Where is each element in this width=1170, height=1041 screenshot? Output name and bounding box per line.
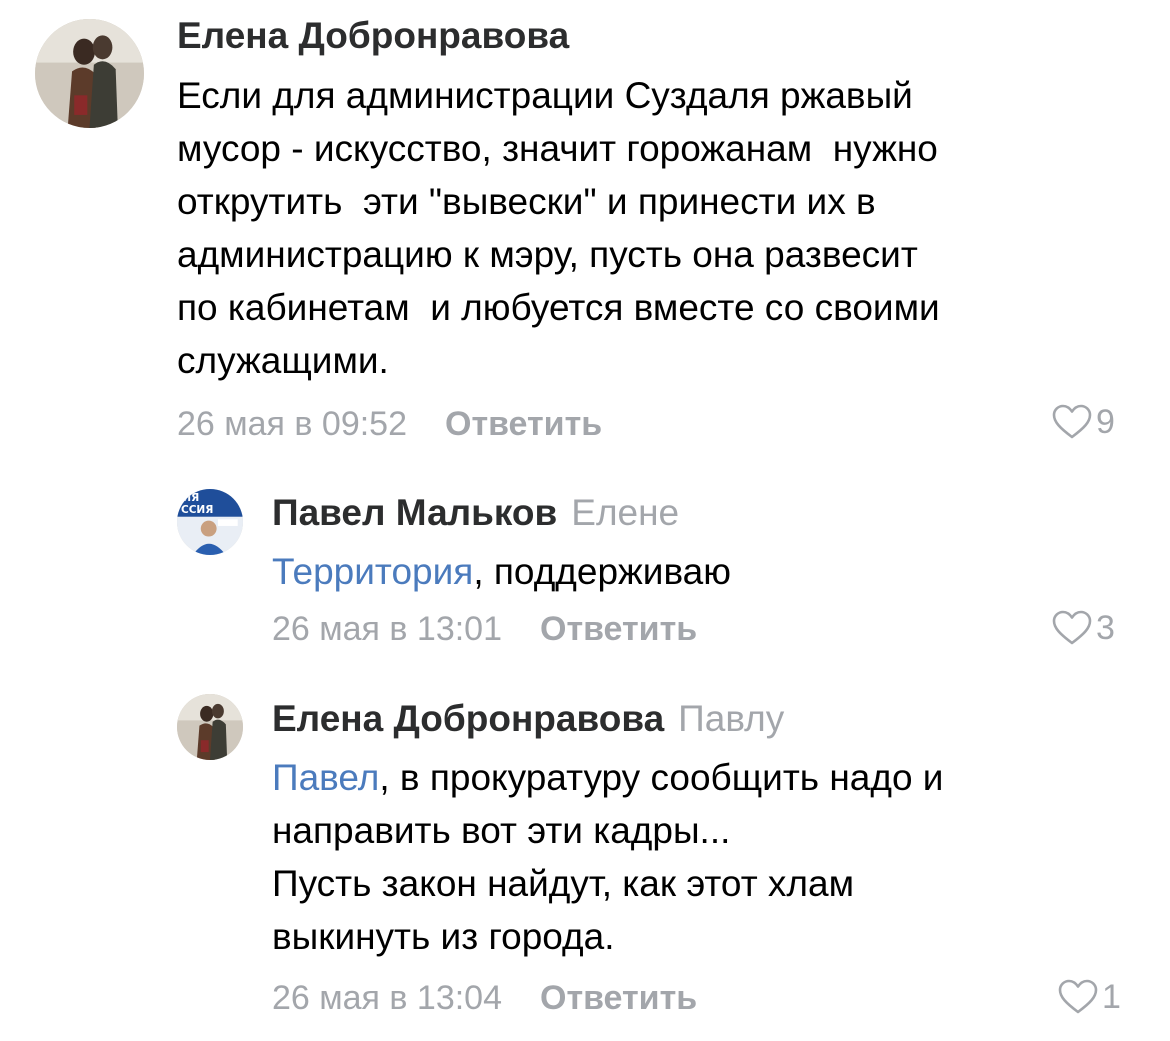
- heart-outline-icon: [1052, 404, 1092, 439]
- author-name[interactable]: Елена Добронравова: [272, 698, 664, 739]
- comment-meta: 26 мая в 13:01 Ответить: [272, 607, 697, 651]
- comment-text: Территория, поддерживаю: [272, 551, 732, 592]
- author-name[interactable]: Елена Добронравова: [177, 15, 569, 56]
- like-count: 9: [1096, 403, 1115, 441]
- reply-to-label[interactable]: Елене: [571, 492, 679, 533]
- reply-button[interactable]: Ответить: [540, 979, 697, 1017]
- user-photo-avatar: [35, 19, 144, 128]
- svg-text:ССИЯ: ССИЯ: [181, 504, 213, 516]
- comment-meta: 26 мая в 13:04 Ответить: [272, 976, 697, 1020]
- mention-link[interactable]: Павел: [272, 757, 379, 798]
- heart-outline-icon: [1052, 610, 1092, 645]
- comment-date: 26 мая в 09:52: [177, 405, 407, 443]
- svg-text:ИЯ: ИЯ: [182, 492, 199, 504]
- author-name[interactable]: Павел Мальков: [272, 492, 557, 533]
- comment-text: Павел, в прокуратуру сообщить надо и нап…: [272, 757, 944, 957]
- avatar[interactable]: [35, 19, 144, 128]
- avatar[interactable]: [177, 694, 243, 760]
- like-count: 1: [1102, 978, 1121, 1016]
- comment-author[interactable]: Павел Мальков Елене: [272, 491, 679, 535]
- comment-author[interactable]: Елена Добронравова Павлу: [272, 697, 784, 741]
- comment-date: 26 мая в 13:01: [272, 610, 502, 648]
- user-photo-avatar: ИЯ ССИЯ: [177, 489, 243, 555]
- heart-outline-icon: [1058, 979, 1098, 1014]
- reply-to-label[interactable]: Павлу: [678, 698, 784, 739]
- like-button[interactable]: 9: [1052, 400, 1115, 444]
- comment-date: 26 мая в 13:04: [272, 979, 502, 1017]
- comment-author[interactable]: Елена Добронравова: [177, 14, 569, 58]
- reply-button[interactable]: Ответить: [540, 610, 697, 648]
- like-button[interactable]: 1: [1058, 975, 1121, 1019]
- user-photo-avatar: [177, 694, 243, 760]
- comment-meta: 26 мая в 09:52 Ответить: [177, 402, 602, 446]
- avatar[interactable]: ИЯ ССИЯ: [177, 489, 243, 555]
- like-count: 3: [1096, 609, 1115, 647]
- comment-text: Если для администрации Суздаля ржавый му…: [177, 75, 940, 381]
- reply-button[interactable]: Ответить: [445, 405, 602, 443]
- like-button[interactable]: 3: [1052, 606, 1115, 650]
- mention-link[interactable]: Территория: [272, 551, 473, 592]
